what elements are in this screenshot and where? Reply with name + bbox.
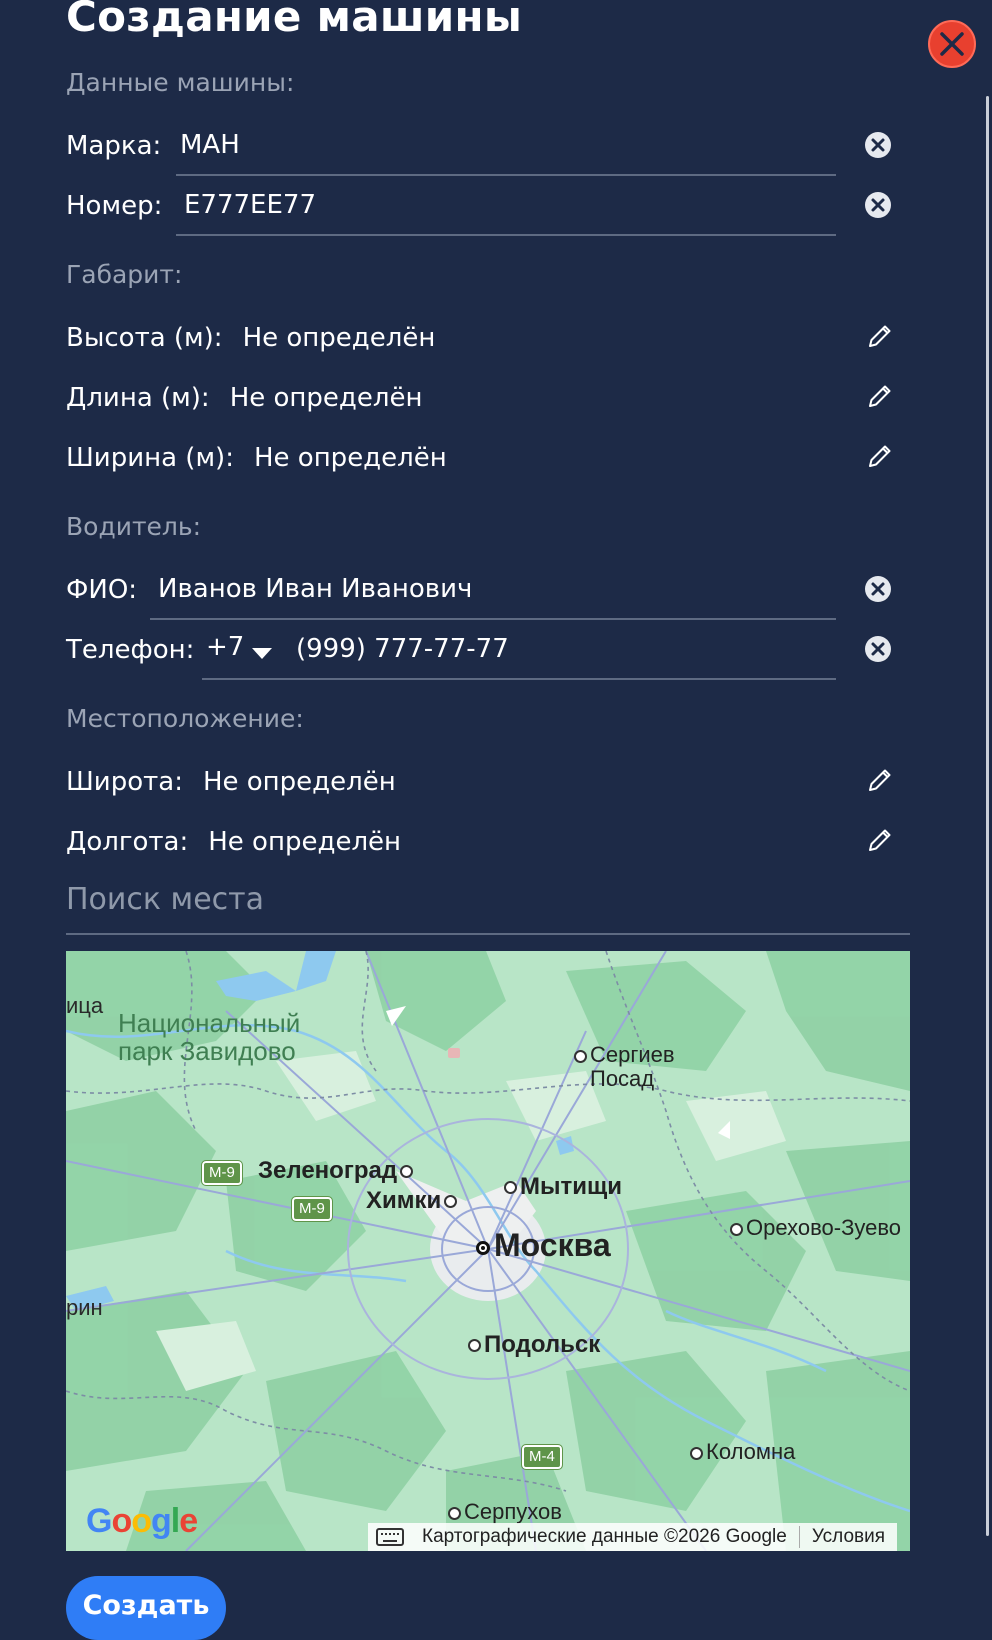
edit-longitude-pencil-icon[interactable] (866, 826, 894, 854)
map-label-moscow[interactable]: Москва (476, 1227, 611, 1264)
keyboard-shortcuts-icon[interactable] (376, 1528, 404, 1546)
page-title: Создание машины (66, 0, 523, 41)
width-value: Не определён (253, 443, 447, 473)
length-row: Длина (м): Не определён (66, 378, 423, 418)
map-label-zelenograd[interactable]: Зеленоград (258, 1157, 416, 1185)
place-search-underline (66, 933, 910, 935)
city-dot-icon (448, 1506, 461, 1520)
name-label: ФИО: (66, 575, 138, 605)
brand-underline (176, 174, 836, 176)
width-row: Ширина (м): Не определён (66, 438, 447, 478)
brand-label: Марка: (66, 131, 162, 161)
city-name: Посад (590, 1066, 655, 1091)
map-label-serpukhov[interactable]: Серпухов (448, 1499, 562, 1525)
capital-dot-icon (476, 1240, 490, 1255)
map-label-park-line1: Национальный (118, 1008, 301, 1038)
city-dot-icon (504, 1181, 517, 1195)
map-view[interactable]: ица Национальный парк Завидово Сергиев П… (66, 951, 910, 1551)
place-search-input[interactable]: Поиск места (66, 882, 264, 917)
length-label: Длина (м): (66, 383, 210, 413)
city-name: Серпухов (464, 1499, 562, 1524)
map-label-khimki[interactable]: Химки (366, 1187, 460, 1215)
phone-input[interactable]: (999) 777-77-77 (296, 634, 509, 664)
map-label-sergiev-posad[interactable]: Сергиев Посад (574, 1043, 675, 1091)
caret-down-icon[interactable] (252, 648, 272, 659)
phone-underline (202, 678, 836, 680)
road-shield-m4: М-4 (521, 1444, 563, 1470)
brand-input[interactable]: МАН (180, 130, 240, 160)
map-terms-link[interactable]: Условия (812, 1526, 885, 1548)
number-underline (176, 234, 836, 236)
city-name: Сергиев (590, 1042, 675, 1067)
road-shield-m9-a: М-9 (201, 1160, 243, 1186)
height-label: Высота (м): (66, 323, 223, 353)
driver-name-input[interactable]: Иванов Иван Иванович (158, 574, 472, 604)
city-name: Подольск (484, 1331, 601, 1358)
length-value: Не определён (229, 383, 423, 413)
map-label-orekhovo-zuevo[interactable]: Орехово-Зуево (730, 1215, 901, 1241)
map-label-park: Национальный парк Завидово (118, 1009, 300, 1065)
edit-latitude-pencil-icon[interactable] (866, 766, 894, 794)
height-row: Высота (м): Не определён (66, 318, 435, 358)
number-input[interactable]: Е777ЕЕ77 (184, 190, 316, 220)
city-name: Москва (494, 1227, 611, 1263)
map-attribution-bar: Картографические данные ©2026 Google Усл… (368, 1523, 898, 1551)
city-dot-icon (690, 1446, 703, 1460)
section-driver: Водитель: (66, 512, 202, 541)
section-car-data: Данные машины: (66, 68, 295, 97)
map-attribution: Картографические данные ©2026 Google (422, 1526, 787, 1547)
longitude-value: Не определён (208, 827, 402, 857)
road-shield-m9-b: М-9 (291, 1196, 333, 1222)
city-name: Коломна (706, 1439, 796, 1464)
phone-label: Телефон: (66, 635, 195, 665)
map-label-edge-left: рин (66, 1295, 103, 1320)
city-name: Орехово-Зуево (746, 1215, 902, 1240)
height-value: Не определён (242, 323, 436, 353)
footer-divider (798, 1526, 800, 1548)
google-logo: Google (86, 1502, 198, 1540)
phone-row: Телефон: (66, 630, 194, 670)
clear-brand-icon[interactable] (864, 131, 892, 159)
create-button[interactable]: Создать (66, 1576, 226, 1640)
edit-height-pencil-icon[interactable] (866, 322, 894, 350)
number-row: Номер: (66, 186, 162, 226)
number-label: Номер: (66, 191, 163, 221)
city-dot-icon (468, 1339, 481, 1353)
section-dimensions: Габарит: (66, 260, 183, 289)
latitude-value: Не определён (202, 767, 396, 797)
brand-row: Марка: (66, 126, 161, 166)
close-x-icon (940, 32, 964, 56)
clear-name-icon[interactable] (864, 575, 892, 603)
latitude-label: Широта: (66, 767, 183, 797)
clear-phone-icon[interactable] (864, 635, 892, 663)
section-location: Местоположение: (66, 704, 304, 733)
longitude-label: Долгота: (66, 827, 189, 857)
scrollbar[interactable] (986, 96, 989, 1536)
edit-width-pencil-icon[interactable] (866, 442, 894, 470)
clear-number-icon[interactable] (864, 191, 892, 219)
city-name: Мытищи (520, 1173, 622, 1200)
map-label-podolsk[interactable]: Подольск (468, 1331, 600, 1359)
map-label-park-line2: парк Завидово (118, 1036, 296, 1066)
width-label: Ширина (м): (66, 443, 234, 473)
city-dot-icon (444, 1195, 458, 1209)
phone-country-code-select[interactable]: +7 (206, 632, 244, 662)
city-name: Зеленоград (258, 1157, 398, 1184)
longitude-row: Долгота: Не определён (66, 822, 401, 862)
close-button[interactable] (928, 20, 976, 68)
city-dot-icon (400, 1165, 414, 1179)
edit-length-pencil-icon[interactable] (866, 382, 894, 410)
map-label-edge-top: ица (66, 993, 104, 1018)
city-name: Химки (366, 1187, 442, 1214)
city-dot-icon (574, 1049, 587, 1063)
city-dot-icon (730, 1222, 743, 1236)
name-row: ФИО: (66, 570, 137, 610)
map-label-mytishchi[interactable]: Мытищи (504, 1173, 622, 1201)
latitude-row: Широта: Не определён (66, 762, 396, 802)
driver-name-underline (150, 618, 836, 620)
map-label-kolomna[interactable]: Коломна (690, 1439, 795, 1465)
